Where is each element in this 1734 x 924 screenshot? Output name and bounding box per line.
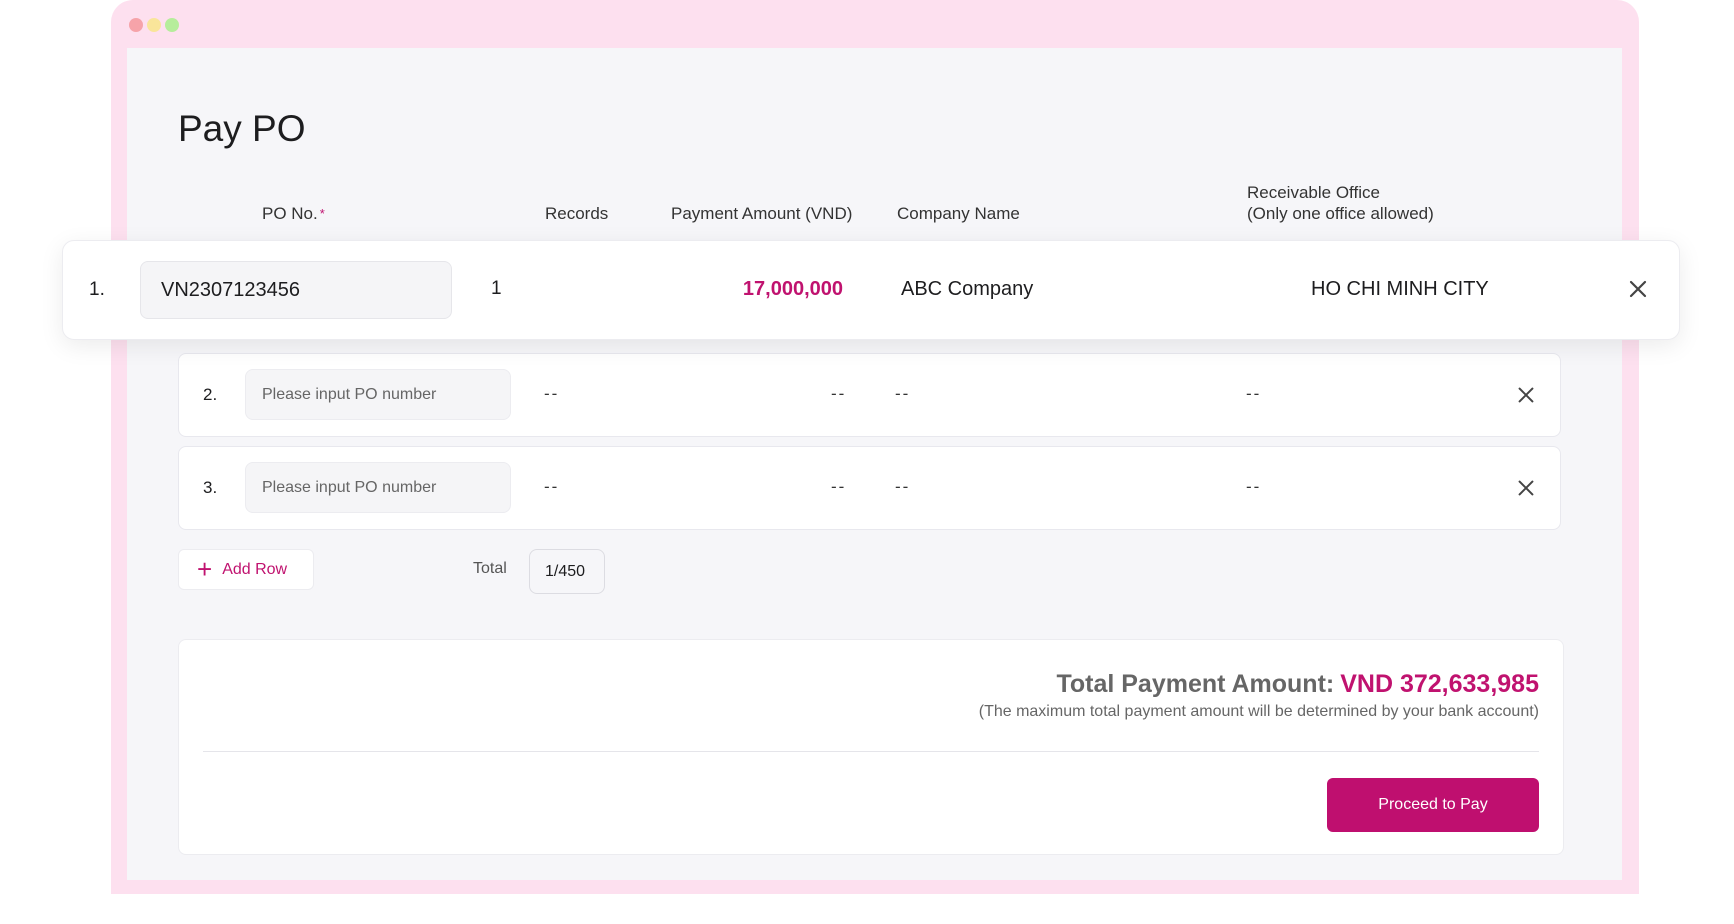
- total-payment-note: (The maximum total payment amount will b…: [978, 703, 1539, 720]
- add-row-label: Add Row: [222, 560, 288, 578]
- close-icon[interactable]: [1515, 477, 1537, 499]
- page-title: Pay PO: [178, 108, 306, 149]
- column-header-payment-amount: Payment Amount (VND): [671, 204, 853, 223]
- row-index: 3.: [203, 478, 218, 497]
- po-no-header-label: PO No.: [262, 204, 318, 223]
- company-name-value: --: [895, 477, 911, 496]
- row-index: 2.: [203, 385, 218, 404]
- po-number-input[interactable]: [140, 261, 452, 319]
- column-header-company-name: Company Name: [897, 204, 1020, 223]
- payment-amount-value: --: [831, 384, 847, 403]
- column-header-po-no: PO No. *: [262, 203, 325, 224]
- divider: [203, 751, 1539, 752]
- receivable-office-value: --: [1246, 477, 1262, 496]
- po-number-input[interactable]: [245, 369, 511, 420]
- window-minimize-dot[interactable]: [147, 18, 161, 32]
- required-mark: *: [319, 206, 325, 221]
- window-maximize-dot[interactable]: [165, 18, 179, 32]
- table-row: 2. -- -- -- --: [178, 353, 1561, 437]
- receivable-office-value: HO CHI MINH CITY: [1311, 278, 1489, 300]
- total-count-badge: 1/450: [529, 549, 605, 594]
- total-payment-value: VND 372,633,985: [1340, 670, 1539, 698]
- records-value: 1: [491, 278, 502, 299]
- row-index: 1.: [89, 279, 105, 300]
- receivable-office-value: --: [1246, 384, 1262, 403]
- column-header-records: Records: [545, 204, 609, 223]
- plus-icon: +: [197, 553, 213, 584]
- company-name-value: ABC Company: [901, 278, 1034, 300]
- receivable-office-header-note: (Only one office allowed): [1247, 204, 1434, 223]
- payment-amount-value: 17,000,000: [742, 278, 843, 300]
- total-payment-label: Total Payment Amount:: [1056, 670, 1335, 698]
- column-header-receivable-office: Receivable Office (Only one office allow…: [1247, 182, 1434, 224]
- add-row-button[interactable]: + Add Row: [178, 549, 314, 590]
- records-value: --: [544, 384, 560, 403]
- proceed-to-pay-button[interactable]: Proceed to Pay: [1327, 778, 1539, 832]
- records-value: --: [544, 477, 560, 496]
- total-label: Total: [473, 560, 507, 577]
- close-icon[interactable]: [1515, 384, 1537, 406]
- close-icon[interactable]: [1626, 277, 1650, 301]
- table-row: 1. 1 17,000,000 ABC Company HO CHI MINH …: [62, 240, 1680, 340]
- payment-summary-card: Total Payment Amount: VND 372,633,985 (Th…: [178, 639, 1564, 855]
- company-name-value: --: [895, 384, 911, 403]
- po-number-input[interactable]: [245, 462, 511, 513]
- payment-amount-value: --: [831, 477, 847, 496]
- total-payment-amount: Total Payment Amount: VND 372,633,985: [1056, 670, 1539, 699]
- table-row: 3. -- -- -- --: [178, 446, 1561, 530]
- window-close-dot[interactable]: [129, 18, 143, 32]
- receivable-office-header-label: Receivable Office: [1247, 183, 1380, 202]
